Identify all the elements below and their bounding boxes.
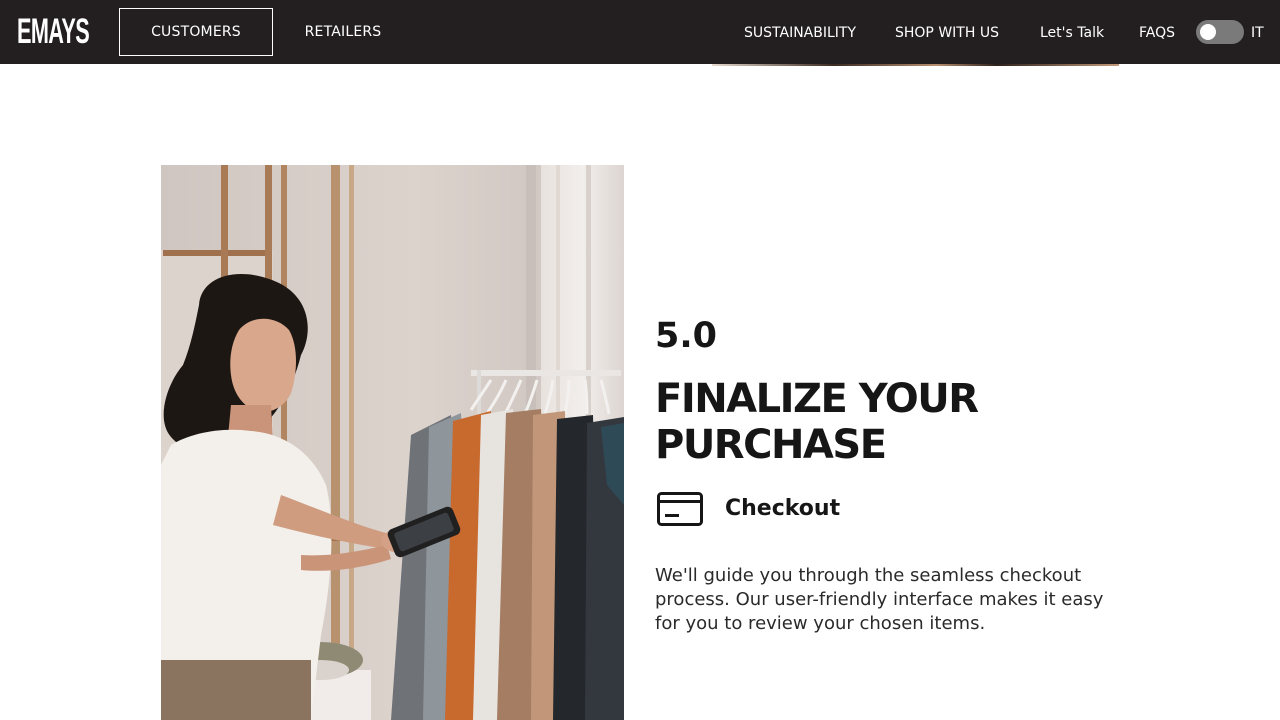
feature-label: Checkout bbox=[725, 496, 841, 521]
previous-section-image-edge bbox=[712, 64, 1119, 66]
language-toggle-knob bbox=[1200, 24, 1216, 40]
step-title: FINALIZE YOUR PURCHASE bbox=[655, 376, 979, 468]
tab-retailers[interactable]: RETAILERS bbox=[289, 8, 397, 56]
nav-link-sustainability[interactable]: SUSTAINABILITY bbox=[744, 22, 856, 44]
language-label: IT bbox=[1251, 25, 1264, 41]
credit-card-icon bbox=[657, 492, 703, 530]
shopper-with-phone-photo bbox=[161, 165, 624, 720]
step-number: 5.0 bbox=[655, 316, 718, 356]
tab-customers[interactable]: CUSTOMERS bbox=[119, 8, 273, 56]
nav-link-faqs[interactable]: FAQS bbox=[1139, 22, 1175, 44]
top-navigation-bar: EMAYS CUSTOMERS RETAILERS SUSTAINABILITY… bbox=[0, 0, 1280, 64]
step-description: We'll guide you through the seamless che… bbox=[655, 565, 1104, 634]
nav-link-shop-with-us[interactable]: SHOP WITH US bbox=[895, 22, 999, 44]
emays-logo[interactable]: EMAYS bbox=[17, 14, 90, 50]
language-toggle[interactable] bbox=[1196, 20, 1244, 44]
nav-link-lets-talk[interactable]: Let's Talk bbox=[1040, 22, 1104, 44]
